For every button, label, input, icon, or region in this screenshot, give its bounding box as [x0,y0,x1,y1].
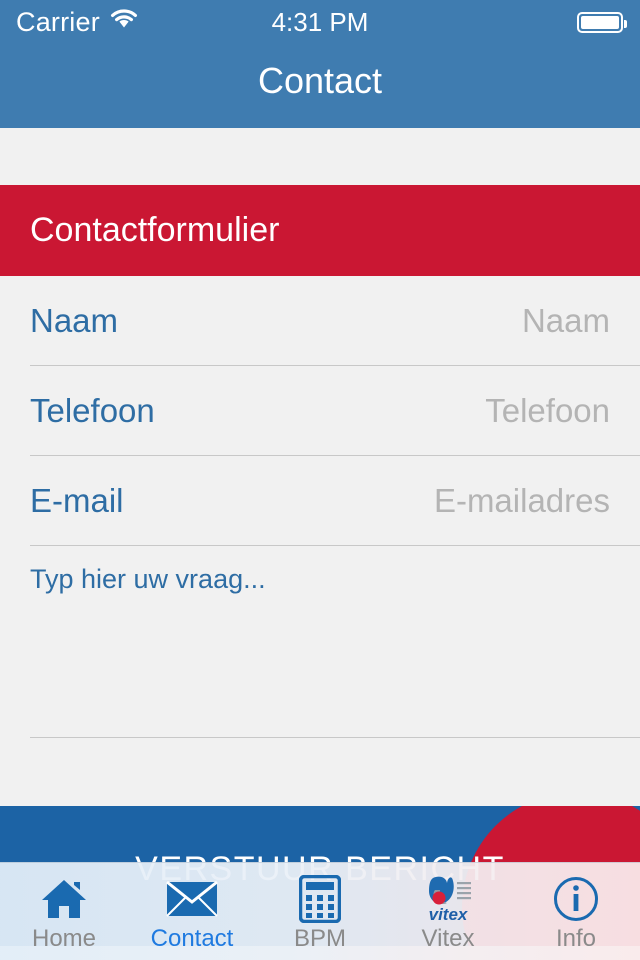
home-icon [35,873,93,925]
form-row-telefoon[interactable]: Telefoon Telefoon [0,366,640,456]
telefoon-label: Telefoon [30,392,155,429]
tab-vitex[interactable]: vitex Vitex [384,863,512,960]
tab-bar: Home Contact BPM vitex Vitex Info [0,862,640,960]
tab-bpm[interactable]: BPM [256,863,384,960]
vitex-logo-icon: vitex [419,873,477,925]
calculator-icon [291,873,349,925]
tab-vitex-label: Vitex [421,925,475,952]
tab-home-label: Home [31,925,97,952]
tab-contact[interactable]: Contact [128,863,256,960]
message-textarea[interactable]: Typ hier uw vraag... [0,546,640,738]
email-label: E-mail [30,482,124,519]
telefoon-input[interactable]: Telefoon [485,392,610,430]
form-bottom-spacer [0,738,640,806]
tab-contact-label: Contact [150,925,234,952]
naam-input[interactable]: Naam [522,302,610,340]
naam-label: Naam [30,302,119,339]
svg-text:vitex: vitex [429,905,469,924]
status-bar-time: 4:31 PM [271,6,369,37]
tab-home[interactable]: Home [0,863,128,960]
tab-info-label: Info [555,925,597,952]
battery-full-icon [577,12,627,33]
status-bar: Carrier 4:31 PM [0,0,640,44]
contact-form-title: Contactformulier [30,211,280,249]
app-screen: Contact Carrier 4:31 PM Contactformulier… [0,0,640,960]
info-circle-icon [547,873,605,925]
email-input[interactable]: E-mailadres [434,482,610,520]
top-spacer [0,128,640,185]
envelope-icon [163,873,221,925]
message-placeholder: Typ hier uw vraag... [30,564,266,594]
content-scroll-area[interactable]: Contactformulier Naam Naam Telefoon Tele… [0,128,640,960]
contact-form-header: Contactformulier [0,185,640,276]
form-row-naam[interactable]: Naam Naam [0,276,640,366]
tab-info[interactable]: Info [512,863,640,960]
battery-fill [581,16,619,29]
tab-bpm-label: BPM [293,925,346,952]
page-title: Contact [257,60,383,101]
form-row-email[interactable]: E-mail E-mailadres [0,456,640,546]
